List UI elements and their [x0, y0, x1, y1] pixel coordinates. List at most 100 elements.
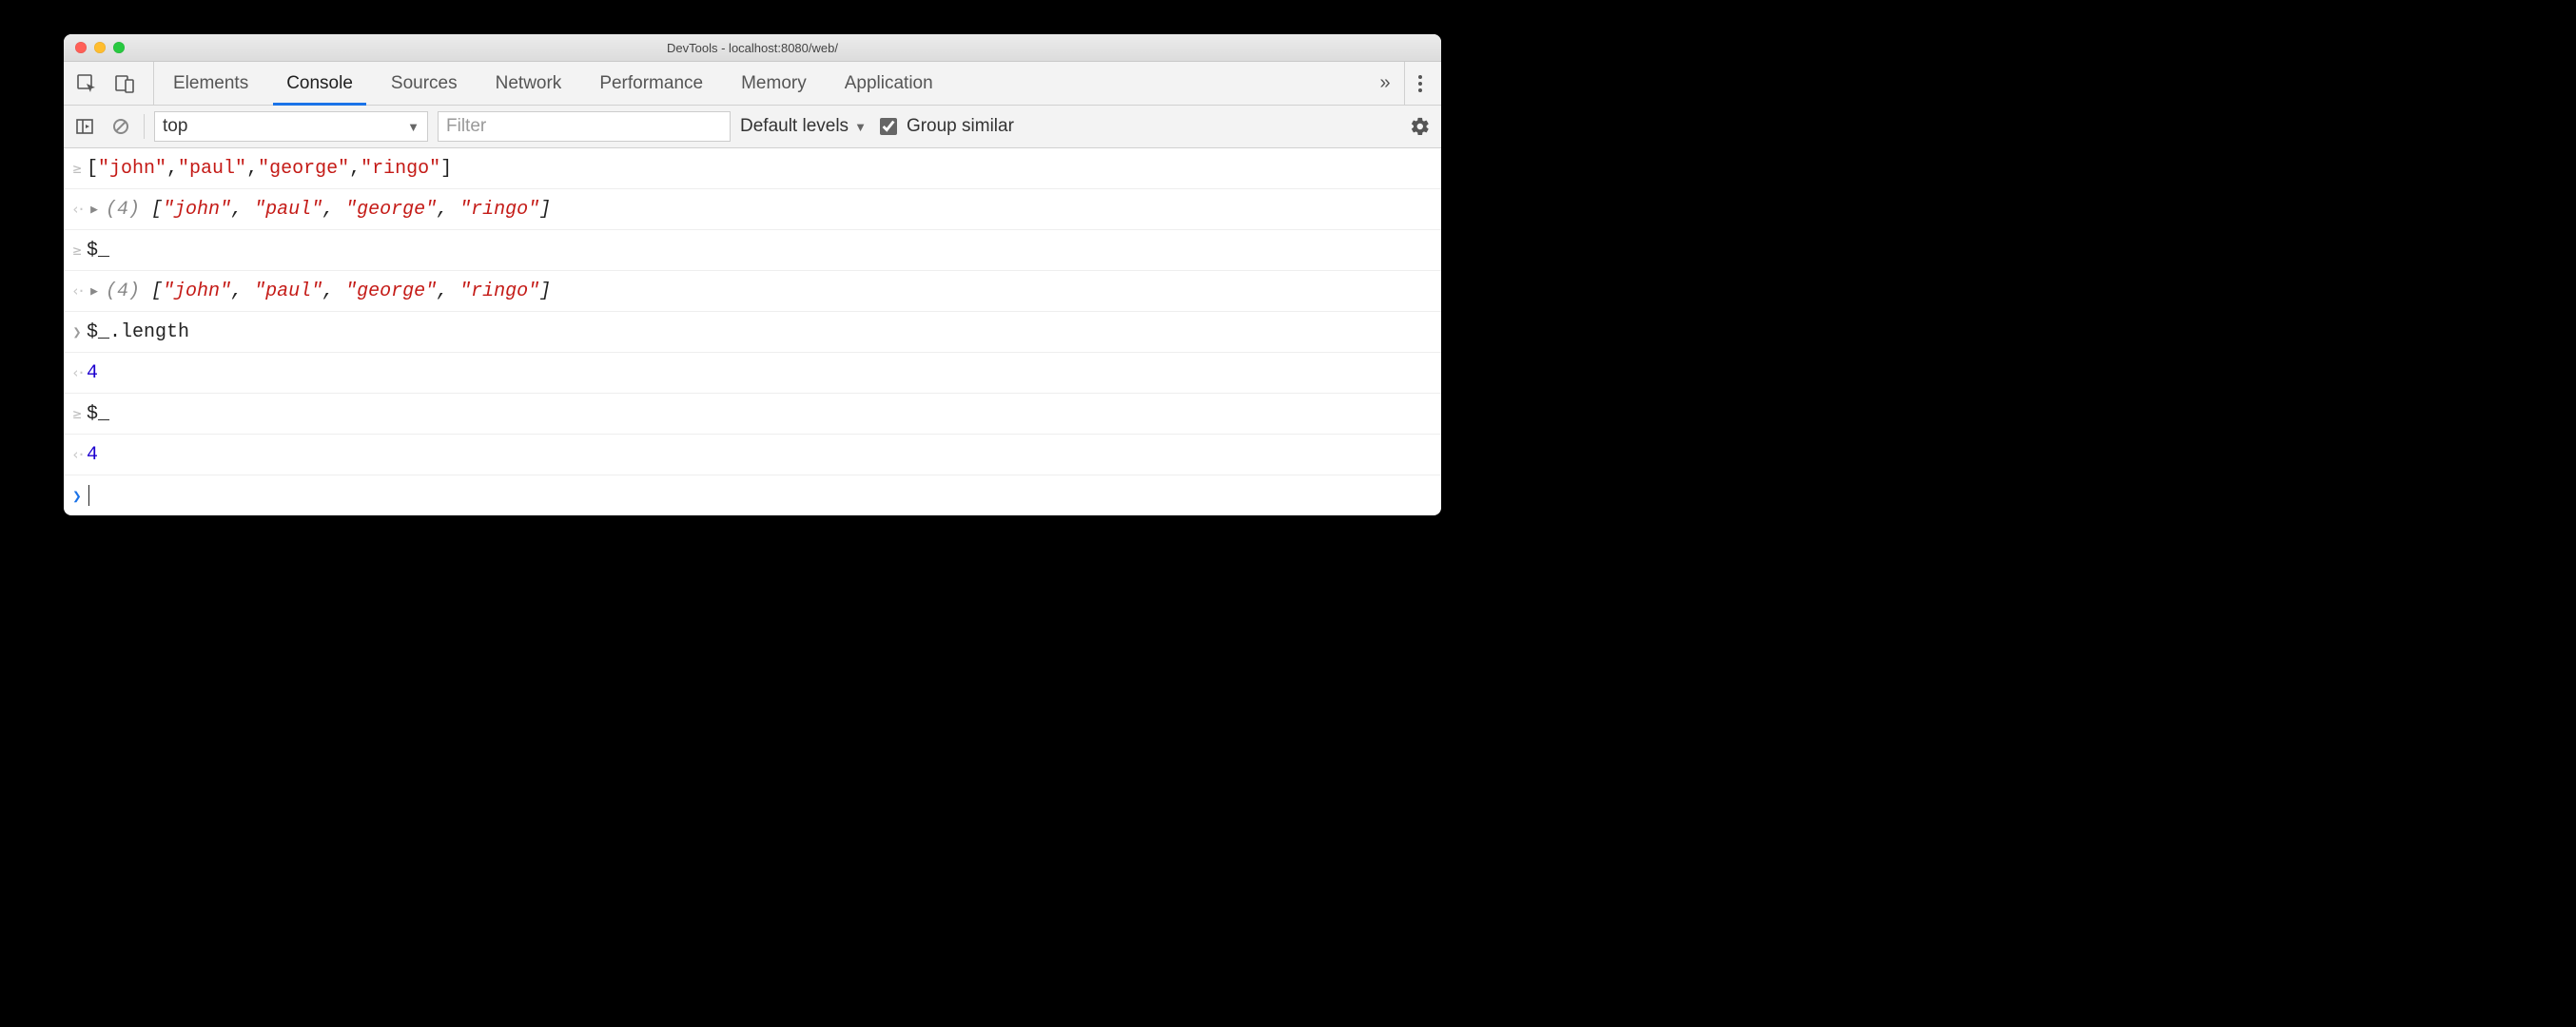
token: $_ — [87, 240, 109, 262]
token: "john" — [163, 281, 231, 302]
execution-context-label: top — [163, 116, 187, 137]
token: , — [437, 199, 459, 221]
window-controls — [64, 42, 125, 53]
prompt-icon — [68, 160, 87, 177]
token: "john" — [163, 199, 231, 221]
console-result-text: (4) ["john", "paul", "george", "ringo"] — [87, 199, 551, 221]
token: "george" — [345, 281, 437, 302]
console-input-text: $_ — [87, 403, 109, 425]
group-similar-toggle[interactable]: Group similar — [876, 115, 1014, 138]
console-row: 4 — [64, 353, 1441, 394]
tab-performance[interactable]: Performance — [580, 62, 722, 105]
token: 4 — [87, 362, 98, 384]
group-similar-checkbox[interactable] — [880, 118, 897, 135]
tab-sources[interactable]: Sources — [372, 62, 477, 105]
tabbar-right — [1404, 62, 1435, 105]
execution-context-select[interactable]: top ▼ — [154, 111, 428, 142]
result-icon — [68, 364, 87, 381]
token: [ — [87, 158, 98, 180]
token: , — [166, 158, 178, 180]
token: , — [246, 158, 258, 180]
clear-console-icon[interactable] — [107, 113, 134, 140]
console-input-text: $_.length — [87, 321, 189, 343]
token: , — [437, 281, 459, 302]
console-filter-input[interactable] — [438, 111, 731, 142]
devtools-window: DevTools - localhost:8080/web/ ElementsC… — [64, 34, 1441, 515]
console-row: (4) ["john", "paul", "george", "ringo"] — [64, 271, 1441, 312]
token: , — [231, 199, 254, 221]
token: "paul" — [254, 199, 322, 221]
inspect-element-icon[interactable] — [69, 67, 104, 101]
console-result-text: 4 — [87, 444, 98, 466]
result-icon — [68, 282, 87, 300]
console-settings-icon[interactable] — [1407, 113, 1434, 140]
dropdown-icon: ▼ — [407, 120, 420, 134]
expand-icon[interactable] — [87, 284, 102, 299]
token: (4) — [106, 281, 151, 302]
console-row: 4 — [64, 435, 1441, 475]
prompt-icon — [68, 405, 87, 422]
token: (4) — [106, 199, 151, 221]
console-result-text: 4 — [87, 362, 98, 384]
console-row: $_ — [64, 394, 1441, 435]
console-input-text: ["john","paul","george","ringo"] — [87, 158, 452, 180]
tab-memory[interactable]: Memory — [722, 62, 826, 105]
minimize-window-button[interactable] — [94, 42, 106, 53]
token: "ringo" — [361, 158, 440, 180]
token: , — [349, 158, 361, 180]
console-input-line[interactable] — [87, 485, 89, 506]
prompt-icon — [68, 242, 87, 259]
token: [ — [151, 199, 163, 221]
tab-application[interactable]: Application — [826, 62, 952, 105]
token: "john" — [98, 158, 166, 180]
token: "george" — [258, 158, 349, 180]
prompt-icon — [68, 487, 87, 505]
token: "ringo" — [459, 281, 539, 302]
console-result-text: (4) ["john", "paul", "george", "ringo"] — [87, 281, 551, 302]
console-toolbar: top ▼ Default levels ▼ Group similar — [64, 106, 1441, 148]
tab-elements[interactable]: Elements — [154, 62, 267, 105]
console-input-text: $_ — [87, 240, 109, 262]
more-tabs-button[interactable]: » — [1366, 72, 1404, 94]
token: 4 — [87, 444, 98, 466]
console-row: $_ — [64, 230, 1441, 271]
token: [ — [151, 281, 163, 302]
log-levels-select[interactable]: Default levels ▼ — [740, 116, 867, 137]
prompt-icon — [68, 323, 87, 340]
zoom-window-button[interactable] — [113, 42, 125, 53]
console-output[interactable]: ["john","paul","george","ringo"](4) ["jo… — [64, 148, 1441, 515]
close-window-button[interactable] — [75, 42, 87, 53]
toolbar-separator — [144, 114, 145, 139]
token: $_ — [87, 403, 109, 425]
expand-icon[interactable] — [87, 203, 102, 217]
token: , — [231, 281, 254, 302]
device-toolbar-icon[interactable] — [107, 67, 142, 101]
console-row: ["john","paul","george","ringo"] — [64, 148, 1441, 189]
kebab-menu-icon[interactable] — [1411, 68, 1430, 100]
console-row — [64, 475, 1441, 515]
tab-console[interactable]: Console — [267, 62, 372, 105]
text-cursor — [88, 485, 89, 506]
token: "george" — [345, 199, 437, 221]
dropdown-icon: ▼ — [854, 120, 867, 134]
token: ] — [539, 281, 551, 302]
titlebar: DevTools - localhost:8080/web/ — [64, 34, 1441, 62]
token: $_.length — [87, 321, 189, 343]
toggle-console-sidebar-icon[interactable] — [71, 113, 98, 140]
token: "paul" — [178, 158, 246, 180]
result-icon — [68, 446, 87, 463]
console-row: (4) ["john", "paul", "george", "ringo"] — [64, 189, 1441, 230]
result-icon — [68, 201, 87, 218]
inspect-tools — [69, 62, 154, 105]
window-title: DevTools - localhost:8080/web/ — [64, 41, 1441, 55]
token: ] — [539, 199, 551, 221]
console-row: $_.length — [64, 312, 1441, 353]
token: ] — [440, 158, 452, 180]
panel-tabs: ElementsConsoleSourcesNetworkPerformance… — [154, 62, 1366, 105]
token: "paul" — [254, 281, 322, 302]
log-levels-label: Default levels — [740, 116, 849, 137]
token: , — [322, 199, 345, 221]
token: "ringo" — [459, 199, 539, 221]
group-similar-label: Group similar — [907, 116, 1014, 137]
tab-network[interactable]: Network — [477, 62, 581, 105]
